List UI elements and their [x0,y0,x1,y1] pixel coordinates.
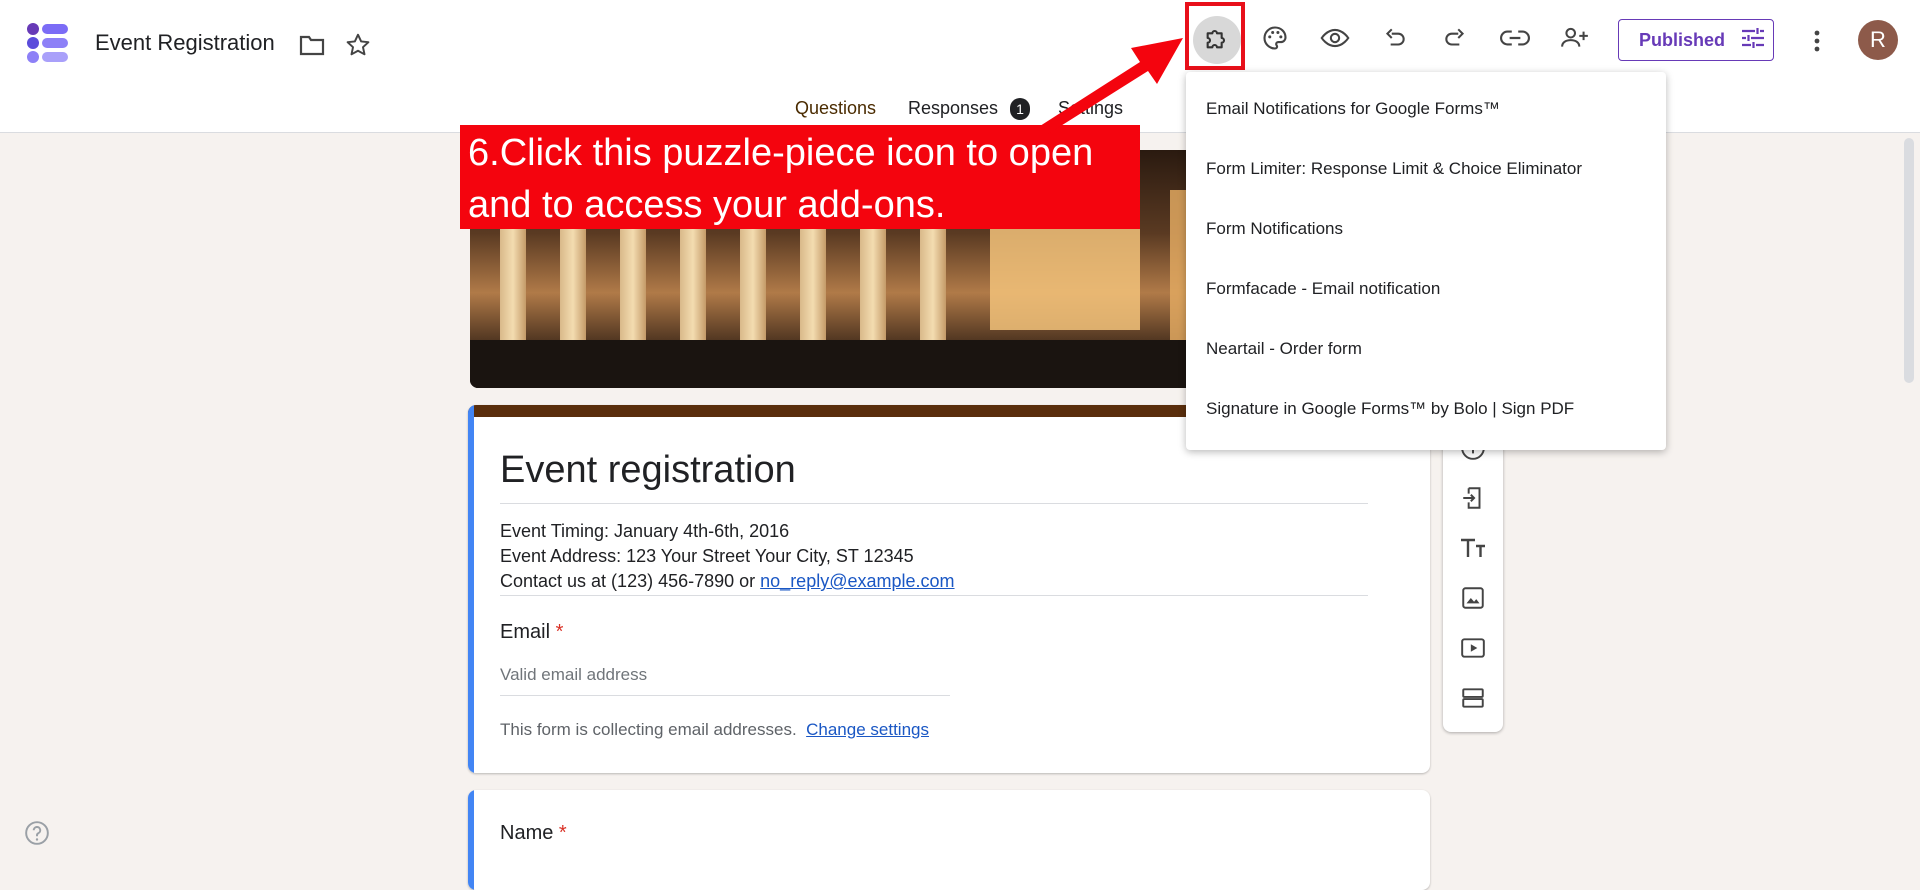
tab-questions[interactable]: Questions [795,98,876,119]
undo-icon [1382,25,1408,56]
name-question-card[interactable]: Name * [468,790,1430,890]
change-settings-link[interactable]: Change settings [806,720,929,739]
form-header-card[interactable]: Event registration Event Timing: January… [468,405,1430,773]
tutorial-callout: 6.Click this puzzle-piece icon to open a… [460,125,1140,229]
document-title[interactable]: Event Registration [95,30,275,56]
addon-form-notifications[interactable]: Form Notifications [1206,219,1343,239]
add-title-text-icon[interactable] [1457,532,1489,564]
form-title[interactable]: Event registration [500,449,796,492]
add-collaborator-button[interactable] [1553,18,1597,62]
palette-icon [1261,24,1289,57]
puzzle-icon-highlight-box [1185,2,1245,70]
folder-icon[interactable] [297,30,327,60]
addons-dropdown-menu: Email Notifications for Google Forms™ Fo… [1186,72,1666,450]
tab-responses[interactable]: Responses [908,98,998,119]
addon-signature-bolo[interactable]: Signature in Google Forms™ by Bolo | Sig… [1206,399,1574,419]
email-input[interactable]: Valid email address [500,665,647,685]
add-video-icon[interactable] [1457,632,1489,664]
form-description-contact: Contact us at (123) 456-7890 or no_reply… [500,571,955,592]
email-collection-note: This form is collecting email addresses.… [500,720,929,740]
more-vert-icon[interactable] [1802,26,1832,56]
star-icon[interactable] [343,30,373,60]
redo-icon [1442,25,1468,56]
title-divider [500,503,1368,504]
name-question-label: Name * [500,822,567,845]
published-label: Published [1639,29,1726,50]
addon-neartail[interactable]: Neartail - Order form [1206,339,1362,359]
undo-button[interactable] [1373,18,1417,62]
person-add-icon [1560,25,1590,56]
card-focus-bar [468,790,474,890]
email-question-label: Email * [500,621,563,644]
addon-form-limiter[interactable]: Form Limiter: Response Limit & Choice El… [1206,159,1582,179]
tune-sliders-icon [1741,27,1765,54]
card-focus-bar [468,405,474,773]
form-description-timing: Event Timing: January 4th-6th, 2016 [500,521,790,541]
addon-email-notifications[interactable]: Email Notifications for Google Forms™ [1206,99,1500,119]
import-questions-icon[interactable] [1457,482,1489,514]
forms-logo-icon[interactable] [26,22,70,64]
form-description-address: Event Address: 123 Your Street Your City… [500,546,914,566]
email-input-underline [500,695,950,696]
add-image-icon[interactable] [1457,582,1489,614]
responses-count-badge: 1 [1010,98,1030,120]
add-section-icon[interactable] [1457,682,1489,714]
page-scrollbar[interactable] [1904,138,1914,383]
callout-line-2: and to access your add-ons. [468,184,946,226]
required-asterisk: * [555,621,564,643]
eye-icon [1320,24,1350,57]
email-label-text: Email [500,621,551,643]
published-button[interactable]: Published [1618,19,1774,61]
required-asterisk: * [558,822,567,844]
palette-button[interactable] [1253,18,1297,62]
contact-email-link[interactable]: no_reply@example.com [760,571,954,591]
name-label-text: Name [500,822,554,844]
collect-note-text: This form is collecting email addresses. [500,720,797,739]
description-divider [500,595,1368,596]
help-icon[interactable] [24,820,50,851]
copy-link-button[interactable] [1493,18,1537,62]
addon-formfacade[interactable]: Formfacade - Email notification [1206,279,1440,299]
link-icon [1500,27,1530,54]
callout-line-1: 6.Click this puzzle-piece icon to open [468,132,1094,174]
contact-prefix: Contact us at (123) 456-7890 or [500,571,761,591]
account-avatar[interactable]: R [1858,20,1898,60]
redo-button[interactable] [1433,18,1477,62]
preview-button[interactable] [1313,18,1357,62]
tab-settings[interactable]: Settings [1058,98,1123,119]
